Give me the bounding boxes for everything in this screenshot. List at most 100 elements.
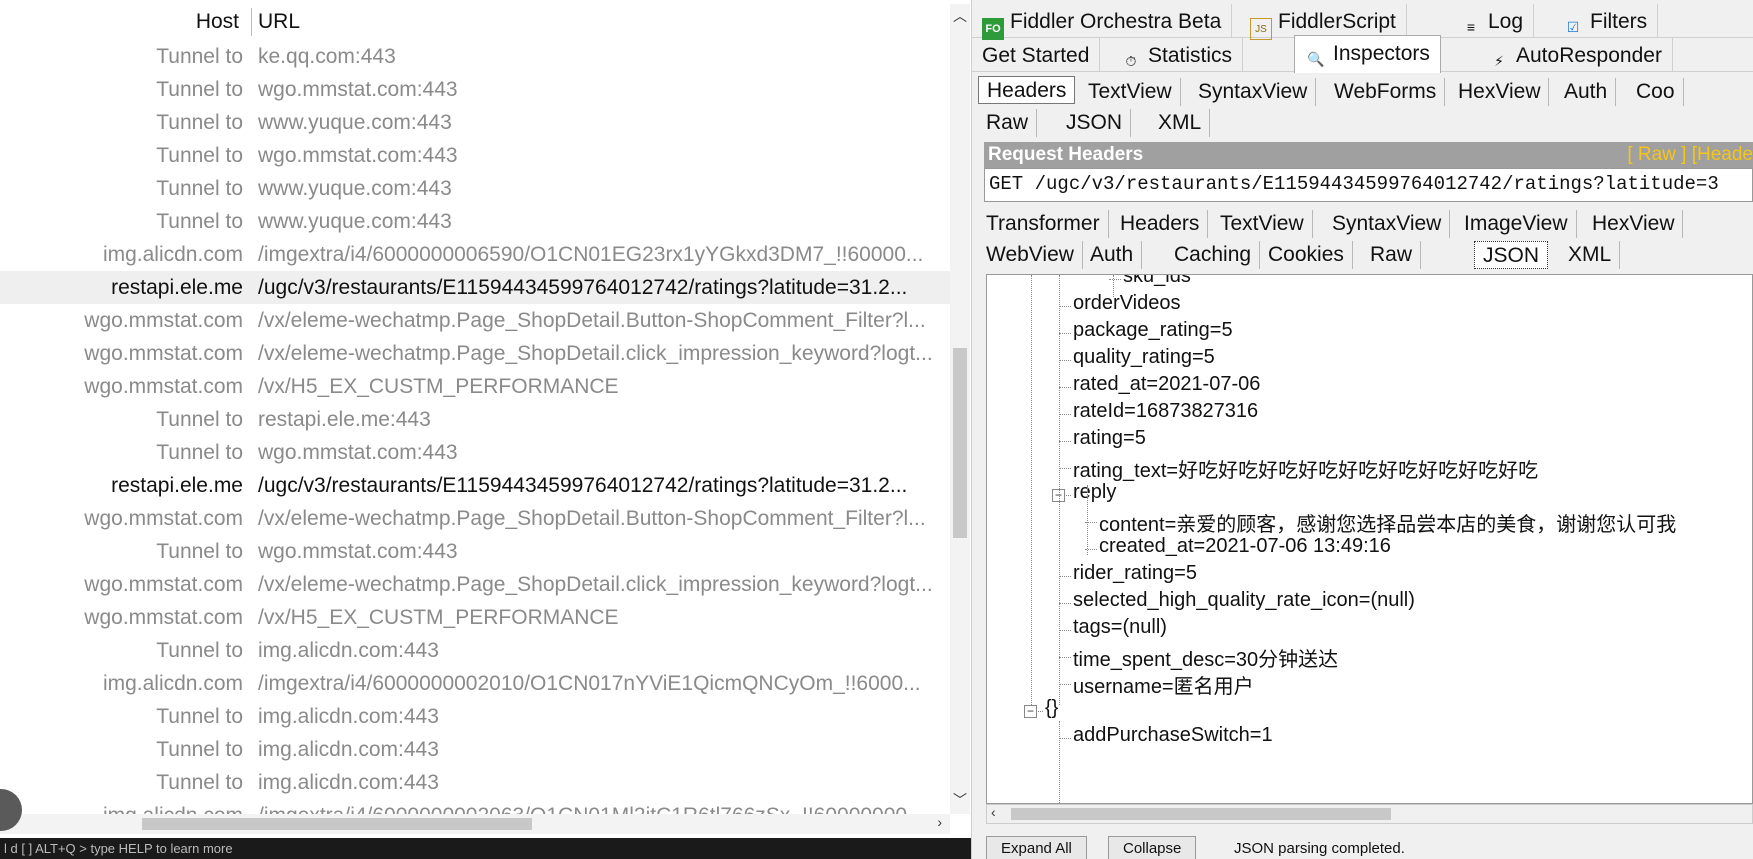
session-url: /vx/eleme-wechatmp.Page_ShopDetail.click… [258, 342, 933, 365]
session-row[interactable]: wgo.mmstat.com/vx/eleme-wechatmp.Page_Sh… [0, 304, 950, 337]
session-row[interactable]: Tunnel to img.alicdn.com:443 [0, 733, 950, 766]
subtab-xml[interactable]: XML [1150, 109, 1211, 137]
json-tree-node[interactable]: rider_rating=5 [1073, 562, 1197, 585]
tab-filters[interactable]: ☑ Filters [1552, 4, 1659, 38]
json-tree-node[interactable]: sku_ids [1123, 275, 1191, 288]
tab-fiddlerscript[interactable]: JS FiddlerScript [1240, 4, 1407, 40]
collapse-node-icon[interactable]: − [1024, 705, 1037, 718]
json-tree-node[interactable]: addPurchaseSwitch=1 [1073, 724, 1273, 747]
session-row[interactable]: Tunnel to restapi.ele.me:443 [0, 403, 950, 436]
subtab-textview[interactable]: TextView [1080, 78, 1181, 106]
json-tree-node[interactable]: time_spent_desc=30分钟送达 [1073, 643, 1338, 672]
tab-log[interactable]: ≡ Log [1450, 4, 1535, 38]
json-tree-node[interactable]: content=亲爱的顾客，感谢您选择品尝本店的美食，谢谢您认可我 [1099, 508, 1676, 537]
tab-get-started[interactable]: Get Started [972, 38, 1101, 72]
json-tree-node[interactable]: rateId=16873827316 [1073, 400, 1258, 423]
tab-statistics[interactable]: ⏱ Statistics [1110, 38, 1244, 72]
tab-autoresponder[interactable]: ⚡ AutoResponder [1478, 38, 1673, 72]
column-divider[interactable] [251, 8, 252, 36]
raw-header-links[interactable]: [ Raw ] [Heade [1627, 144, 1753, 166]
subtab-caching[interactable]: Caching [1166, 241, 1261, 269]
tab-label: Inspectors [1333, 42, 1430, 65]
subtab-xml[interactable]: XML [1560, 241, 1621, 269]
collapse-button[interactable]: Collapse [1108, 836, 1197, 859]
json-tree-node[interactable]: rating_text=好吃好吃好吃好吃好吃好吃好吃好吃好吃 [1073, 454, 1538, 483]
subtab-cookies[interactable]: Cookies [1260, 241, 1353, 269]
subtab-raw[interactable]: Raw [1362, 241, 1422, 269]
session-row[interactable]: Tunnel to img.alicdn.com:443 [0, 700, 950, 733]
request-line[interactable]: GET /ugc/v3/restaurants/E115944345997640… [984, 168, 1753, 202]
session-row[interactable]: wgo.mmstat.com/vx/eleme-wechatmp.Page_Sh… [0, 502, 950, 535]
subtab-hexview[interactable]: HexView [1450, 78, 1550, 106]
json-tree-node[interactable]: orderVideos [1073, 292, 1180, 315]
vertical-scroll-thumb[interactable] [953, 348, 967, 538]
session-row[interactable]: Tunnel to ke.qq.com:443 [0, 40, 950, 73]
session-row[interactable]: restapi.ele.me/ugc/v3/restaurants/E11594… [0, 271, 950, 304]
session-row[interactable]: img.alicdn.com/imgextra/i4/6000000002010… [0, 667, 950, 700]
json-tree-node[interactable]: rated_at=2021-07-06 [1073, 373, 1260, 396]
session-row[interactable]: Tunnel to img.alicdn.com:443 [0, 634, 950, 667]
subtab-syntaxview[interactable]: SyntaxView [1324, 210, 1451, 238]
session-row[interactable]: img.alicdn.com/imgextra/i4/6000000006590… [0, 238, 950, 271]
quickexec-status-bar[interactable]: l d [ ] ALT+Q > type HELP to learn more [0, 838, 971, 859]
session-row[interactable]: wgo.mmstat.com/vx/eleme-wechatmp.Page_Sh… [0, 337, 950, 370]
session-row[interactable]: Tunnel to www.yuque.com:443 [0, 172, 950, 205]
json-tree-horizontal-scrollbar[interactable]: ‹ [986, 804, 1753, 824]
subtab-auth[interactable]: Auth [1082, 241, 1143, 269]
session-row[interactable]: wgo.mmstat.com/vx/eleme-wechatmp.Page_Sh… [0, 568, 950, 601]
session-host: Tunnel to [156, 540, 243, 563]
expand-all-button[interactable]: Expand All [986, 836, 1087, 859]
json-tree-node[interactable]: username=匿名用户 [1073, 670, 1254, 699]
subtab-coo[interactable]: Coo [1628, 78, 1684, 106]
subtab-textview[interactable]: TextView [1212, 210, 1313, 238]
subtab-json[interactable]: JSON [1058, 109, 1132, 137]
subtab-webforms[interactable]: WebForms [1326, 78, 1446, 106]
tree-connector [1059, 684, 1071, 685]
session-row[interactable]: Tunnel to wgo.mmstat.com:443 [0, 535, 950, 568]
subtab-hexview[interactable]: HexView [1584, 210, 1684, 238]
horizontal-scroll-thumb[interactable] [142, 818, 532, 830]
session-row[interactable]: Tunnel to wgo.mmstat.com:443 [0, 139, 950, 172]
scroll-left-icon[interactable]: ‹ [991, 804, 996, 820]
json-tree-node[interactable]: package_rating=5 [1073, 319, 1233, 342]
session-row[interactable]: Tunnel to img.alicdn.com:443 [0, 766, 950, 799]
session-row[interactable]: Tunnel to www.yuque.com:443 [0, 205, 950, 238]
subtab-headers[interactable]: Headers [1112, 210, 1209, 238]
json-tree-node[interactable]: {} [1045, 697, 1058, 720]
tab-label: AutoResponder [1516, 44, 1662, 67]
json-tree-scroll-thumb[interactable] [1011, 808, 1391, 820]
session-row[interactable]: Tunnel to wgo.mmstat.com:443 [0, 73, 950, 106]
url-column-header[interactable]: URL [258, 10, 300, 34]
session-row[interactable]: wgo.mmstat.com/vx/H5_EX_CUSTM_PERFORMANC… [0, 601, 950, 634]
json-tree-node[interactable]: tags=(null) [1073, 616, 1167, 639]
scroll-down-icon[interactable]: ﹀ [950, 790, 970, 810]
subtab-json[interactable]: JSON [1474, 241, 1549, 269]
session-row[interactable]: restapi.ele.me/ugc/v3/restaurants/E11594… [0, 469, 950, 502]
session-host: Tunnel to [156, 177, 243, 200]
host-column-header[interactable]: Host [0, 10, 243, 34]
subtab-webview[interactable]: WebView [978, 241, 1083, 269]
scroll-up-icon[interactable]: ︿ [950, 6, 970, 26]
json-tree-node[interactable]: rating=5 [1073, 427, 1146, 450]
subtab-imageview[interactable]: ImageView [1456, 210, 1577, 238]
scroll-right-icon[interactable]: › [937, 814, 942, 830]
subtab-syntaxview[interactable]: SyntaxView [1190, 78, 1317, 106]
session-row[interactable]: wgo.mmstat.com/vx/H5_EX_CUSTM_PERFORMANC… [0, 370, 950, 403]
session-list-horizontal-scrollbar[interactable]: › [0, 814, 950, 834]
session-url: /ugc/v3/restaurants/E1159443459976401274… [258, 474, 908, 497]
session-row[interactable]: Tunnel to www.yuque.com:443 [0, 106, 950, 139]
json-tree-node[interactable]: selected_high_quality_rate_icon=(null) [1073, 589, 1415, 612]
session-host: Tunnel to [156, 705, 243, 728]
json-tree-node[interactable]: created_at=2021-07-06 13:49:16 [1099, 535, 1391, 558]
subtab-transformer[interactable]: Transformer [978, 210, 1109, 238]
json-tree-view[interactable]: sku_ids orderVideos package_rating=5qualit… [986, 274, 1753, 804]
tab-inspectors[interactable]: 🔍 Inspectors [1294, 35, 1441, 73]
subtab-headers[interactable]: Headers [978, 76, 1076, 104]
json-tree-node[interactable]: quality_rating=5 [1073, 346, 1215, 369]
subtab-auth[interactable]: Auth [1556, 78, 1617, 106]
json-tree-node[interactable]: reply [1073, 481, 1116, 504]
session-row[interactable]: Tunnel to wgo.mmstat.com:443 [0, 436, 950, 469]
subtab-raw[interactable]: Raw [978, 109, 1038, 137]
session-list-vertical-scrollbar[interactable]: ︿ ﹀ [950, 4, 970, 814]
tab-fiddler-orchestra-beta[interactable]: FO Fiddler Orchestra Beta [972, 4, 1233, 40]
